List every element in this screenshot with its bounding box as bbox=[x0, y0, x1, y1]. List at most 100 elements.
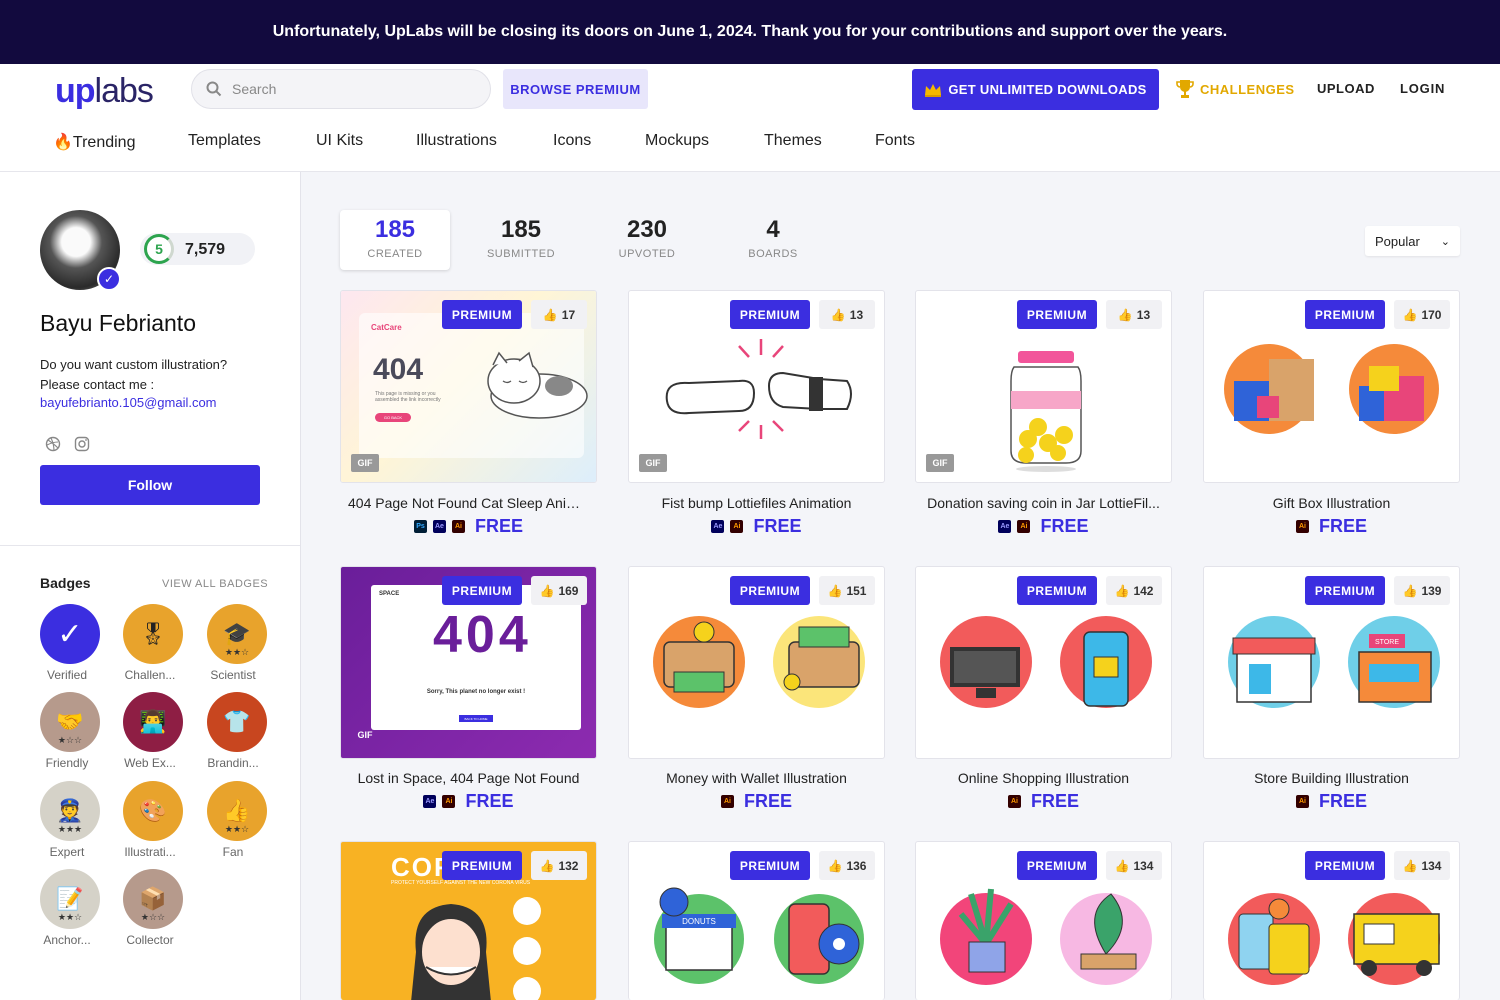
design-card[interactable]: DONUTS PREMIUM 👍 136 bbox=[628, 841, 885, 1000]
shirt-icon: 👕 bbox=[223, 709, 251, 734]
card-footer: Ps Ae Ai FREE bbox=[340, 516, 597, 537]
instagram-icon[interactable] bbox=[74, 436, 90, 452]
badge-collector[interactable]: 📦 ★☆☆ bbox=[123, 869, 183, 929]
badge-expert[interactable]: 👮 ★★★ bbox=[40, 781, 100, 841]
tab-submitted[interactable]: 185 SUBMITTED bbox=[466, 210, 576, 270]
web-expert-icon: 👨‍💻 bbox=[139, 709, 167, 734]
premium-badge[interactable]: PREMIUM bbox=[730, 576, 810, 605]
card-title[interactable]: Lost in Space, 404 Page Not Found bbox=[340, 770, 597, 786]
premium-badge[interactable]: PREMIUM bbox=[1017, 576, 1097, 605]
design-card[interactable]: CORONA PROTECT YOURSELF AGAINST THE NEW … bbox=[340, 841, 597, 1000]
profile-email-link[interactable]: bayufebrianto.105@gmail.com bbox=[40, 395, 217, 410]
badge-friendly[interactable]: 🤝 ★☆☆ bbox=[40, 692, 100, 752]
dribbble-icon[interactable] bbox=[45, 436, 61, 452]
card-title[interactable]: Fist bump Lottiefiles Animation bbox=[628, 495, 885, 511]
design-card[interactable]: PREMIUM 👍 134 bbox=[915, 841, 1172, 1000]
follow-button[interactable]: Follow bbox=[40, 465, 260, 505]
card-title[interactable]: Store Building Illustration bbox=[1203, 770, 1460, 786]
card-title[interactable]: Money with Wallet Illustration bbox=[628, 770, 885, 786]
get-unlimited-downloads-button[interactable]: GET UNLIMITED DOWNLOADS bbox=[912, 69, 1159, 110]
upvote-button[interactable]: 👍 151 bbox=[819, 576, 875, 605]
browse-premium-button[interactable]: BROWSE PREMIUM bbox=[503, 69, 648, 109]
badge-scientist[interactable]: 🎓 ★★☆ bbox=[207, 604, 267, 664]
premium-badge[interactable]: PREMIUM bbox=[442, 576, 522, 605]
badge-branding[interactable]: 👕 bbox=[207, 692, 267, 752]
banner-text: Unfortunately, UpLabs will be closing it… bbox=[272, 23, 1228, 40]
design-card[interactable]: STORE PREMIUM 👍 139 bbox=[1203, 566, 1460, 759]
thumbs-up-icon: 👍 bbox=[1117, 307, 1133, 322]
sort-select[interactable]: Popular ⌄ bbox=[1365, 226, 1460, 256]
profile-stats-tabs: 185 CREATED 185 SUBMITTED 230 UPVOTED 4 BOAR… bbox=[340, 210, 800, 270]
nav-trending[interactable]: 🔥Trending bbox=[53, 132, 135, 152]
design-card[interactable]: SPACE 404 Sorry, This planet no longer e… bbox=[340, 566, 597, 759]
card-title[interactable]: Donation saving coin in Jar LottieFil... bbox=[915, 495, 1172, 511]
design-card[interactable]: PREMIUM 👍 13 GIF bbox=[915, 290, 1172, 483]
view-all-badges-link[interactable]: VIEW ALL BADGES bbox=[162, 578, 268, 590]
premium-badge[interactable]: PREMIUM bbox=[1305, 851, 1385, 880]
card-title[interactable]: Gift Box Illustration bbox=[1203, 495, 1460, 511]
premium-badge[interactable]: PREMIUM bbox=[1017, 300, 1097, 329]
expert-icon: 👮 bbox=[56, 798, 84, 823]
nav-illustrations[interactable]: Illustrations bbox=[416, 132, 497, 150]
premium-badge[interactable]: PREMIUM bbox=[1305, 300, 1385, 329]
illustrator-icon: Ai bbox=[730, 520, 744, 533]
upvote-button[interactable]: 👍 13 bbox=[819, 300, 875, 329]
premium-badge[interactable]: PREMIUM bbox=[730, 300, 810, 329]
upvote-button[interactable]: 👍 139 bbox=[1394, 576, 1450, 605]
design-card[interactable]: PREMIUM 👍 151 bbox=[628, 566, 885, 759]
premium-badge[interactable]: PREMIUM bbox=[442, 300, 522, 329]
photoshop-icon: Ps bbox=[413, 520, 427, 533]
card-footer: Ae Ai FREE bbox=[915, 516, 1172, 537]
uplabs-logo[interactable]: uplabs bbox=[55, 72, 154, 111]
badge-web-expert[interactable]: 👨‍💻 bbox=[123, 692, 183, 752]
premium-badge[interactable]: PREMIUM bbox=[730, 851, 810, 880]
stars: ★★★ bbox=[57, 824, 83, 834]
tab-created[interactable]: 185 CREATED bbox=[340, 210, 450, 270]
card-title[interactable]: 404 Page Not Found Cat Sleep Anim... bbox=[340, 495, 597, 511]
badge-anchor[interactable]: 📝 ★★☆ bbox=[40, 869, 100, 929]
upvote-button[interactable]: 👍 170 bbox=[1394, 300, 1450, 329]
upvote-button[interactable]: 👍 17 bbox=[531, 300, 587, 329]
badge-label: Illustrati... bbox=[124, 845, 176, 859]
badge-challenger[interactable]: 🎖 bbox=[123, 604, 183, 664]
upvote-button[interactable]: 👍 134 bbox=[1394, 851, 1450, 880]
design-card[interactable]: PREMIUM 👍 13 GIF bbox=[628, 290, 885, 483]
upvote-button[interactable]: 👍 13 bbox=[1106, 300, 1162, 329]
upvote-button[interactable]: 👍 134 bbox=[1106, 851, 1162, 880]
nav-mockups[interactable]: Mockups bbox=[645, 132, 709, 150]
upvote-button[interactable]: 👍 136 bbox=[819, 851, 875, 880]
design-card[interactable]: PREMIUM 👍 134 bbox=[1203, 841, 1460, 1000]
nav-ui-kits[interactable]: UI Kits bbox=[316, 132, 363, 150]
premium-badge[interactable]: PREMIUM bbox=[442, 851, 522, 880]
design-card[interactable]: CatCare 404 This page is missing or you … bbox=[340, 290, 597, 483]
login-link[interactable]: LOGIN bbox=[1400, 81, 1445, 96]
nav-icons[interactable]: Icons bbox=[553, 132, 591, 150]
sidebar-divider bbox=[0, 545, 300, 546]
search-input[interactable]: Search bbox=[191, 69, 491, 109]
nav-templates[interactable]: Templates bbox=[188, 132, 261, 150]
profile-bio: Do you want custom illustration? Please … bbox=[40, 357, 228, 392]
premium-badge[interactable]: PREMIUM bbox=[1017, 851, 1097, 880]
design-card[interactable]: PREMIUM 👍 142 bbox=[915, 566, 1172, 759]
stars: ★★☆ bbox=[224, 824, 250, 834]
illustrator-icon: Ai bbox=[1295, 520, 1309, 533]
design-card[interactable]: PREMIUM 👍 170 bbox=[1203, 290, 1460, 483]
tab-upvoted[interactable]: 230 UPVOTED bbox=[592, 210, 702, 270]
badge-verified[interactable]: ✓ bbox=[40, 604, 100, 664]
challenges-link[interactable]: CHALLENGES bbox=[1176, 78, 1295, 100]
badge-label: Challen... bbox=[124, 668, 176, 682]
upvote-button[interactable]: 👍 132 bbox=[531, 851, 587, 880]
card-title[interactable]: Online Shopping Illustration bbox=[915, 770, 1172, 786]
price-label: FREE bbox=[743, 791, 792, 811]
badge-fan[interactable]: 👍 ★★☆ bbox=[207, 781, 267, 841]
upload-link[interactable]: UPLOAD bbox=[1317, 81, 1375, 96]
upvote-button[interactable]: 👍 142 bbox=[1106, 576, 1162, 605]
premium-badge[interactable]: PREMIUM bbox=[1305, 576, 1385, 605]
nav-fonts[interactable]: Fonts bbox=[875, 132, 915, 150]
nav-themes[interactable]: Themes bbox=[764, 132, 822, 150]
thumbs-up-icon: 👍 bbox=[1402, 583, 1418, 598]
badge-illustrator[interactable]: 🎨 bbox=[123, 781, 183, 841]
upvote-button[interactable]: 👍 169 bbox=[531, 576, 587, 605]
store-sign: STORE bbox=[1375, 639, 1399, 646]
tab-boards[interactable]: 4 BOARDS bbox=[718, 210, 828, 270]
